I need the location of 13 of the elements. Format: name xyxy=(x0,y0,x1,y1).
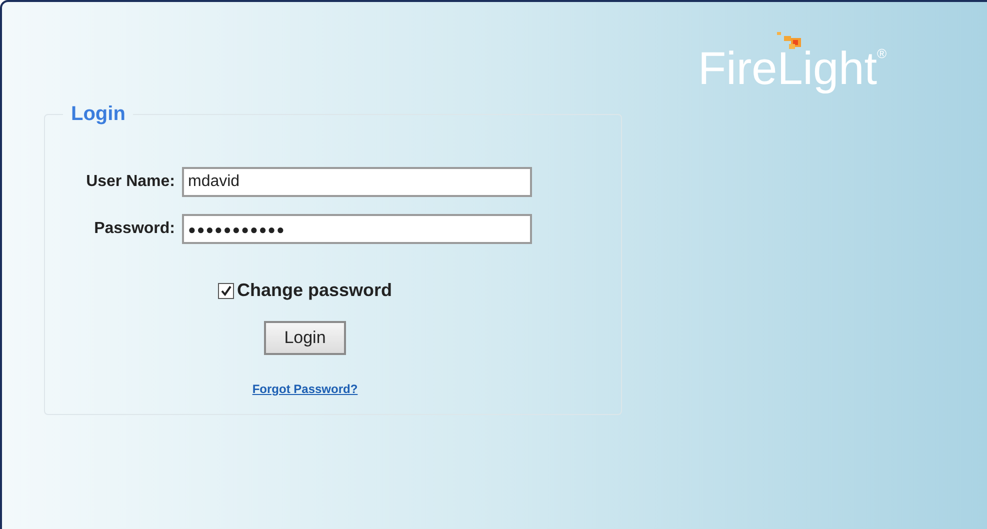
login-button[interactable]: Login xyxy=(264,321,346,355)
spark-icon xyxy=(777,32,803,52)
field-label: Password: xyxy=(93,219,175,239)
field-label: User Name: xyxy=(85,172,175,192)
checkmark-icon xyxy=(220,284,232,296)
input-field[interactable]: ●●●●●●●●●●● xyxy=(182,214,532,244)
input-field[interactable]: mdavid xyxy=(182,167,532,197)
checkbox[interactable] xyxy=(218,282,234,298)
logo-wordmark: FireLight xyxy=(698,42,877,94)
registered-mark: ® xyxy=(876,45,887,61)
checkbox-label: Change password xyxy=(236,279,392,302)
forgot-password-link[interactable]: Forgot Password? xyxy=(252,380,358,398)
login-legend: Login xyxy=(63,99,134,129)
